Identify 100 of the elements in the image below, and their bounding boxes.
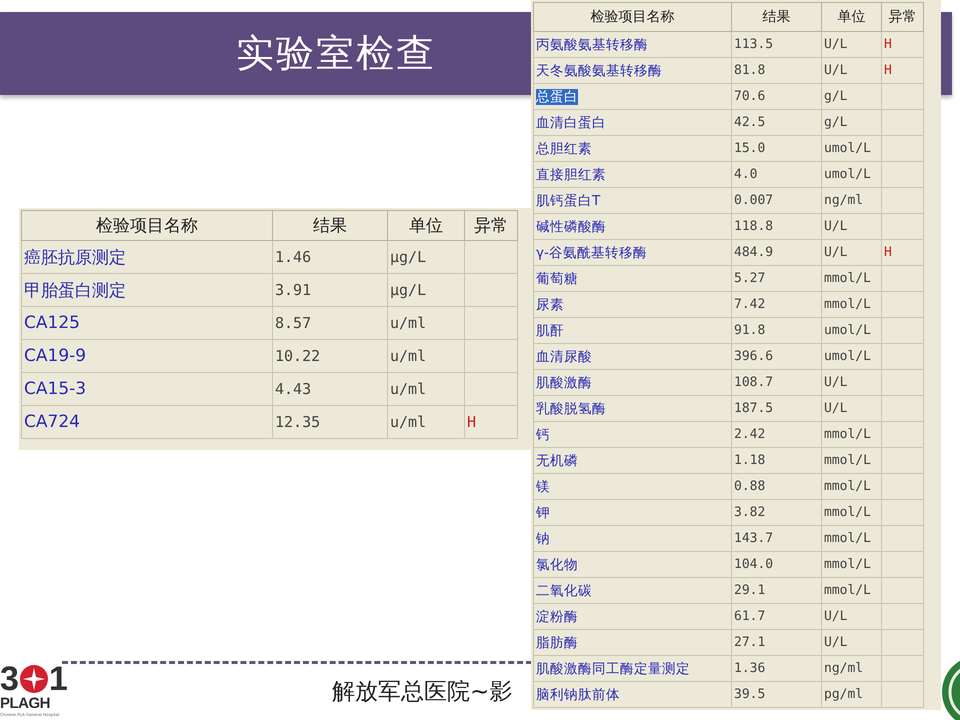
flower-icon xyxy=(18,664,49,694)
logo-text: 1 xyxy=(48,662,68,696)
column-header: 结果 xyxy=(272,210,388,240)
unit-value: U/L xyxy=(824,37,848,52)
unit-value: μg/L xyxy=(390,248,426,266)
test-name[interactable]: 总胆红素 xyxy=(536,140,592,156)
result-value: 27.1 xyxy=(734,635,766,650)
unit-value: u/ml xyxy=(390,413,426,431)
result-value: 104.0 xyxy=(734,557,774,572)
test-name[interactable]: 镁 xyxy=(536,478,550,494)
unit-value: μg/L xyxy=(390,281,426,299)
column-header: 检验项目名称 xyxy=(22,210,272,240)
abnormal-text: H xyxy=(884,63,892,78)
result-value: 0.007 xyxy=(734,193,774,208)
result-value: 81.8 xyxy=(734,63,766,78)
unit-value: umol/L xyxy=(824,323,871,338)
test-name[interactable]: 总蛋白 xyxy=(536,88,578,104)
result-value: 42.5 xyxy=(734,115,766,130)
unit-value: U/L xyxy=(824,63,848,78)
test-name[interactable]: 葡萄糖 xyxy=(536,270,578,286)
unit-value: ng/ml xyxy=(824,661,864,676)
column-header: 异常 xyxy=(882,2,924,32)
unit-value: g/L xyxy=(824,115,848,130)
logo-text: PLAGH xyxy=(0,696,50,712)
result-value: 91.8 xyxy=(734,323,766,338)
result-value: 118.8 xyxy=(734,219,774,234)
test-name[interactable]: CA15-3 xyxy=(24,379,86,399)
test-name[interactable]: 尿素 xyxy=(536,296,564,312)
column-header: 检验项目名称 xyxy=(534,2,732,32)
result-value: 1.18 xyxy=(734,453,766,468)
column-header: 单位 xyxy=(822,2,882,32)
result-value: 3.91 xyxy=(275,281,312,299)
abnormal-text: H xyxy=(884,37,892,52)
unit-value: ng/ml xyxy=(824,193,864,208)
result-value: 108.7 xyxy=(734,375,774,390)
result-value: 70.6 xyxy=(734,89,766,104)
column-header: 单位 xyxy=(388,210,464,240)
result-value: 396.6 xyxy=(734,349,774,364)
result-value: 15.0 xyxy=(734,141,766,156)
result-value: 4.0 xyxy=(734,167,758,182)
unit-value: umol/L xyxy=(824,167,871,182)
unit-value: U/L xyxy=(824,635,848,650)
unit-value: mmol/L xyxy=(824,427,871,442)
abnormal-text: H xyxy=(884,245,892,260)
unit-value: U/L xyxy=(824,609,848,624)
result-value: 113.5 xyxy=(734,37,774,52)
unit-value: mmol/L xyxy=(824,505,871,520)
unit-value: u/ml xyxy=(390,314,426,332)
test-name[interactable]: 血清尿酸 xyxy=(536,348,592,364)
test-name[interactable]: 钾 xyxy=(536,504,550,520)
result-value: 29.1 xyxy=(734,583,766,598)
result-value: 5.27 xyxy=(734,271,766,286)
result-value: 187.5 xyxy=(734,401,774,416)
unit-value: mmol/L xyxy=(824,453,871,468)
unit-value: U/L xyxy=(824,219,848,234)
column-header: 异常 xyxy=(464,210,518,240)
logo-text: 3 xyxy=(0,662,19,696)
test-name[interactable]: 钙 xyxy=(536,426,550,442)
unit-value: umol/L xyxy=(824,349,871,364)
test-name[interactable]: 肌酐 xyxy=(536,322,564,338)
unit-value: U/L xyxy=(824,401,848,416)
test-name[interactable]: 钠 xyxy=(536,530,550,546)
unit-value: g/L xyxy=(824,89,848,104)
unit-value: u/ml xyxy=(390,380,426,398)
test-name[interactable]: 无机磷 xyxy=(536,452,578,468)
result-value: 12.35 xyxy=(275,413,320,431)
unit-value: u/ml xyxy=(390,347,426,365)
result-value: 1.36 xyxy=(734,661,766,676)
test-name[interactable]: 肌酸激酶 xyxy=(536,374,592,390)
test-name[interactable]: 氯化物 xyxy=(536,556,578,572)
footer-text: 解放军总医院~影 xyxy=(332,678,512,707)
unit-value: U/L xyxy=(824,375,848,390)
unit-value: U/L xyxy=(824,245,848,260)
result-value: 61.7 xyxy=(734,609,766,624)
unit-value: pg/ml xyxy=(824,687,864,702)
result-value: 484.9 xyxy=(734,245,774,260)
slide-title: 实验室检查 xyxy=(236,30,436,77)
result-value: 1.46 xyxy=(275,248,312,266)
result-value: 3.82 xyxy=(734,505,766,520)
result-value: 10.22 xyxy=(275,347,320,365)
test-name[interactable]: CA724 xyxy=(24,412,80,432)
result-value: 0.88 xyxy=(734,479,766,494)
unit-value: mmol/L xyxy=(824,531,871,546)
unit-value: mmol/L xyxy=(824,557,871,572)
result-value: 4.43 xyxy=(275,380,312,398)
unit-value: umol/L xyxy=(824,141,871,156)
result-value: 143.7 xyxy=(734,531,774,546)
test-name[interactable]: CA19-9 xyxy=(24,346,86,366)
column-header: 结果 xyxy=(732,2,822,32)
unit-value: mmol/L xyxy=(824,297,871,312)
result-value: 39.5 xyxy=(734,687,766,702)
test-name[interactable]: CA125 xyxy=(24,313,80,333)
unit-value: mmol/L xyxy=(824,271,871,286)
abnormal-text: H xyxy=(467,413,476,431)
unit-value: mmol/L xyxy=(824,479,871,494)
test-name[interactable]: 淀粉酶 xyxy=(536,608,578,624)
result-value: 8.57 xyxy=(275,314,312,332)
test-name[interactable]: 二氧化碳 xyxy=(536,582,592,598)
result-value: 7.42 xyxy=(734,297,766,312)
test-name[interactable]: 脂肪酶 xyxy=(536,634,578,650)
